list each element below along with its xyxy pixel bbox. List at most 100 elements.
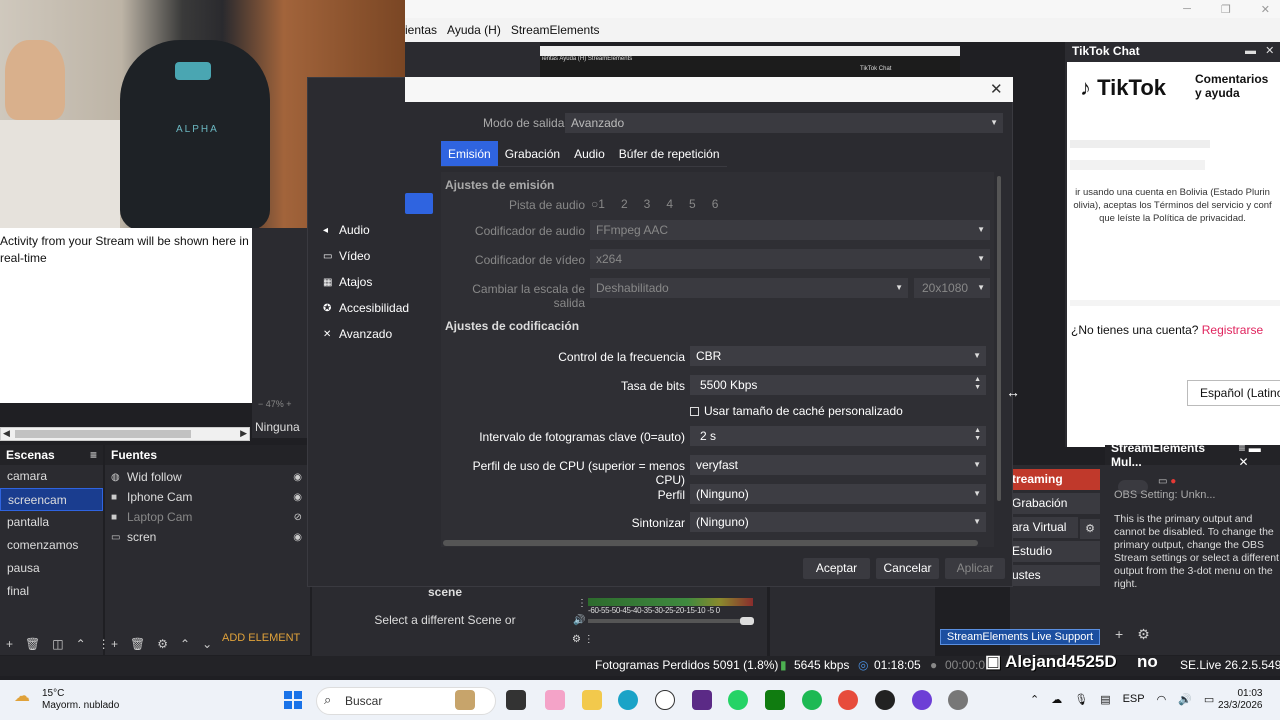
menu-item-help[interactable]: Ayuda (H) bbox=[447, 23, 501, 37]
keyframe-spinbox[interactable]: 2 s ▲ ▼ bbox=[690, 426, 986, 446]
scene-item[interactable]: pantalla bbox=[0, 511, 103, 534]
windows-start-icon[interactable] bbox=[284, 691, 302, 709]
volume-slider[interactable] bbox=[588, 619, 753, 623]
maximize-icon[interactable]: ❐ bbox=[1221, 3, 1231, 16]
trash-icon[interactable]: 🗑 bbox=[25, 637, 40, 651]
track-radio[interactable]: 3 bbox=[644, 197, 651, 211]
close-icon[interactable]: ✕ bbox=[990, 80, 1003, 98]
apply-button[interactable]: Aplicar bbox=[945, 558, 1005, 579]
cpu-preset-select[interactable]: veryfast ▼ bbox=[690, 455, 986, 475]
rescale-resolution-select[interactable]: 20x1080 ▼ bbox=[914, 278, 990, 298]
language-indicator[interactable]: ESP bbox=[1123, 693, 1145, 706]
edge-icon[interactable] bbox=[618, 690, 638, 710]
video-encoder-select[interactable]: x264 ▼ bbox=[590, 249, 990, 269]
volume-slider-knob[interactable] bbox=[740, 617, 754, 625]
gear-icon[interactable]: ⚙ bbox=[157, 637, 168, 651]
dock-controls[interactable]: ≡ ▬ ✕ bbox=[1238, 441, 1274, 469]
tiktok-language-select[interactable]: Español (Latino bbox=[1187, 380, 1280, 406]
eye-icon[interactable]: ◉ bbox=[293, 532, 302, 543]
volume-mixer-icon[interactable]: ▤ bbox=[1100, 693, 1110, 706]
profile-select[interactable]: (Ninguno) ▼ bbox=[690, 484, 986, 504]
add-icon[interactable]: + bbox=[111, 637, 118, 651]
copilot-icon[interactable] bbox=[545, 690, 565, 710]
scene-item[interactable]: camara bbox=[0, 465, 103, 488]
task-view-icon[interactable] bbox=[506, 690, 526, 710]
settings-app-icon[interactable] bbox=[948, 690, 968, 710]
virtual-camera-button[interactable]: ara Virtual bbox=[1010, 517, 1078, 538]
track-radio[interactable]: ○1 bbox=[591, 197, 605, 211]
track-radio[interactable]: 4 bbox=[666, 197, 673, 211]
tab-emission[interactable]: Emisión bbox=[441, 141, 498, 167]
up-icon[interactable]: ⌃ bbox=[76, 637, 86, 651]
scroll-right-icon[interactable]: ▶ bbox=[240, 428, 247, 439]
xbox-icon[interactable] bbox=[765, 690, 785, 710]
add-element-button[interactable]: ADD ELEMENT bbox=[222, 632, 300, 644]
ok-button[interactable]: Aceptar bbox=[803, 558, 870, 579]
chrome-icon[interactable] bbox=[838, 690, 858, 710]
nav-item-audio[interactable]: ◂ Audio bbox=[323, 220, 433, 240]
eye-icon[interactable]: ◉ bbox=[293, 472, 302, 483]
start-streaming-button[interactable]: treaming bbox=[1010, 469, 1100, 490]
speaker-icon[interactable]: 🔊 bbox=[573, 615, 585, 626]
output-mode-select[interactable]: Avanzado ▼ bbox=[565, 113, 1003, 133]
nav-item-video[interactable]: ▭ Vídeo bbox=[323, 246, 433, 266]
menu-item-streamelements[interactable]: StreamElements bbox=[511, 23, 600, 37]
file-explorer-icon[interactable] bbox=[582, 690, 602, 710]
zoom-level[interactable]: − 47% + bbox=[258, 399, 292, 409]
gear-icon[interactable]: ⚙ bbox=[1080, 519, 1100, 539]
spotify-icon[interactable] bbox=[802, 690, 822, 710]
studio-mode-button[interactable]: Estudio bbox=[1010, 541, 1100, 562]
tiktok-help-link[interactable]: Comentarios y ayuda bbox=[1195, 72, 1268, 100]
microphone-icon[interactable]: 🎙 bbox=[1074, 693, 1088, 706]
nav-item-hotkeys[interactable]: ▦ Atajos bbox=[323, 272, 433, 292]
app-icon[interactable] bbox=[692, 690, 712, 710]
discord-icon[interactable] bbox=[912, 690, 932, 710]
cancel-button[interactable]: Cancelar bbox=[876, 558, 939, 579]
weather-widget[interactable]: 15°C Mayorm. nublado bbox=[42, 688, 119, 712]
custom-cache-checkbox[interactable]: Usar tamaño de caché personalizado bbox=[690, 404, 903, 418]
track-radio[interactable]: 6 bbox=[712, 197, 719, 211]
source-item[interactable]: ◍ Wid follow ◉ bbox=[105, 467, 310, 487]
up-icon[interactable]: ⌃ bbox=[180, 637, 190, 651]
bitrate-spinbox[interactable]: 5500 Kbps ▲ ▼ bbox=[690, 375, 986, 395]
nav-item-advanced[interactable]: ✕ Avanzado bbox=[323, 324, 433, 344]
tab-audio[interactable]: Audio bbox=[567, 141, 612, 167]
tiktok-register-link[interactable]: Registrarse bbox=[1202, 323, 1263, 337]
onedrive-icon[interactable]: ☁ bbox=[1051, 693, 1062, 706]
checkbox-icon[interactable] bbox=[690, 406, 699, 416]
gear-icon[interactable]: ⚙ bbox=[1137, 626, 1150, 643]
whatsapp-icon[interactable] bbox=[728, 690, 748, 710]
spin-arrows-icon[interactable]: ▲ ▼ bbox=[974, 376, 981, 392]
wifi-icon[interactable]: ◠ bbox=[1157, 693, 1167, 706]
down-icon[interactable]: ⌄ bbox=[202, 637, 212, 651]
recording-button[interactable]: Grabación bbox=[1010, 493, 1100, 514]
mixer-settings-icon[interactable]: ⚙ ⋮ bbox=[572, 634, 594, 645]
chevron-up-icon[interactable]: ⌃ bbox=[1030, 693, 1039, 706]
scene-item[interactable]: pausa bbox=[0, 557, 103, 580]
settings-button[interactable]: ustes bbox=[1010, 565, 1100, 586]
se-live-support-button[interactable]: StreamElements Live Support bbox=[940, 629, 1100, 645]
speaker-icon[interactable]: 🔊 bbox=[1178, 693, 1192, 706]
tab-replay-buffer[interactable]: Búfer de repetición bbox=[611, 141, 727, 167]
obs-icon[interactable] bbox=[875, 690, 895, 710]
source-item[interactable]: ■ Laptop Cam ⊘ bbox=[105, 507, 310, 527]
spin-arrows-icon[interactable]: ▲ ▼ bbox=[974, 427, 981, 443]
chatgpt-icon[interactable] bbox=[655, 690, 675, 710]
filter-icon[interactable]: ◫ bbox=[52, 637, 63, 651]
source-item[interactable]: ■ Iphone Cam ◉ bbox=[105, 487, 310, 507]
close-icon[interactable]: ✕ bbox=[1261, 3, 1270, 16]
battery-icon[interactable]: ▭ bbox=[1204, 693, 1214, 706]
eye-hidden-icon[interactable]: ⊘ bbox=[294, 512, 302, 523]
scroll-thumb[interactable] bbox=[15, 430, 191, 438]
horizontal-scrollbar[interactable]: ◀ ▶ bbox=[0, 427, 250, 441]
rescale-select[interactable]: Deshabilitado ▼ bbox=[590, 278, 908, 298]
dock-menu-icon[interactable]: ≡ bbox=[90, 448, 97, 462]
add-icon[interactable]: + bbox=[1115, 626, 1123, 643]
add-icon[interactable]: + bbox=[6, 637, 13, 651]
minimize-icon[interactable]: ─ bbox=[1183, 3, 1191, 15]
rate-control-select[interactable]: CBR ▼ bbox=[690, 346, 986, 366]
eye-icon[interactable]: ◉ bbox=[293, 492, 302, 503]
news-widget-icon[interactable] bbox=[455, 690, 475, 710]
track-radio[interactable]: 5 bbox=[689, 197, 696, 211]
tune-select[interactable]: (Ninguno) ▼ bbox=[690, 512, 986, 532]
